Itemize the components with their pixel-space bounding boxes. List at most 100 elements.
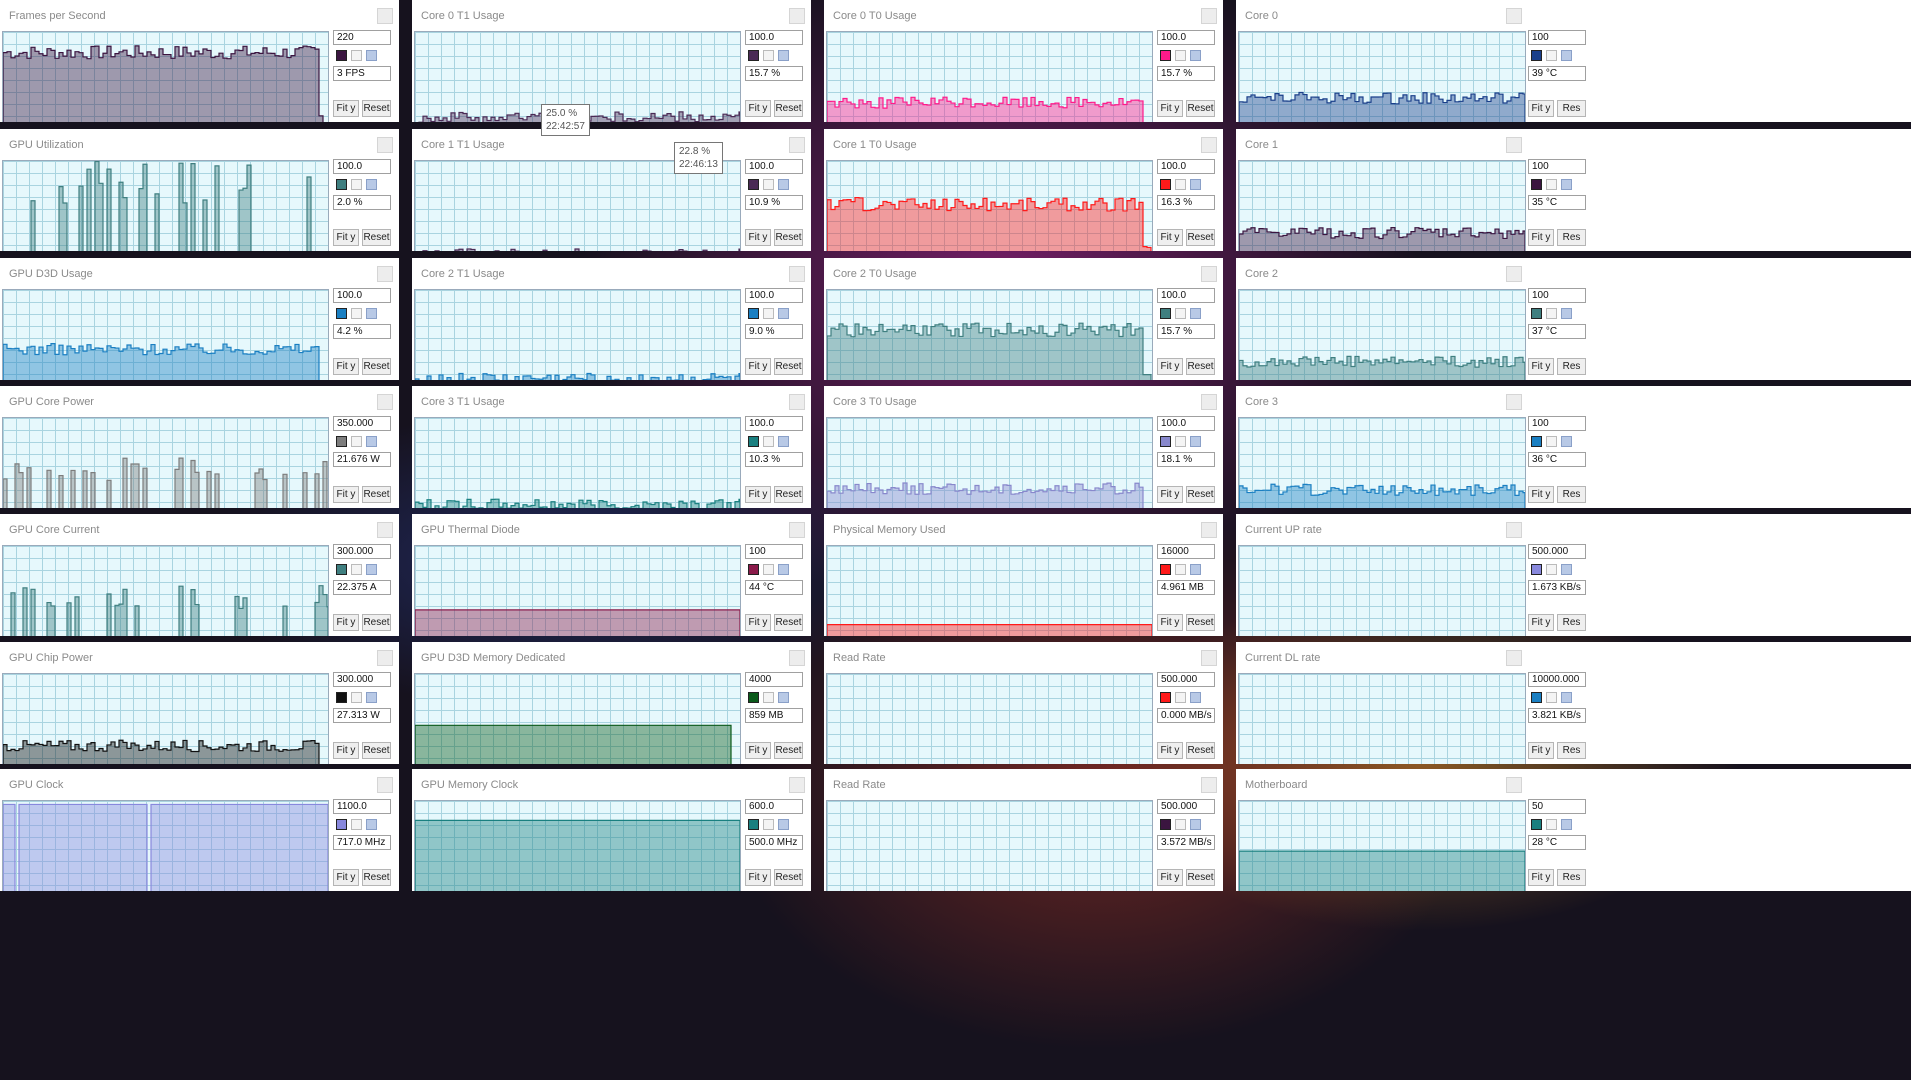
line-color-swatch[interactable]: [1531, 692, 1542, 703]
sensor-graph[interactable]: [1238, 31, 1526, 122]
reset-button[interactable]: Reset: [1186, 358, 1215, 375]
close-panel-button[interactable]: [1506, 777, 1522, 793]
fill-color-swatch[interactable]: [351, 436, 362, 447]
fill-color-swatch[interactable]: [1546, 308, 1557, 319]
fit-y-button[interactable]: Fit y: [1528, 742, 1554, 759]
close-panel-button[interactable]: [789, 394, 805, 410]
line-color-swatch[interactable]: [1160, 308, 1171, 319]
line-color-swatch[interactable]: [1160, 50, 1171, 61]
reset-button[interactable]: Reset: [362, 100, 391, 117]
y-max-field[interactable]: 100.0: [1157, 159, 1215, 174]
fit-y-button[interactable]: Fit y: [1528, 229, 1554, 246]
fill-color-swatch[interactable]: [1546, 819, 1557, 830]
sensor-graph[interactable]: [414, 545, 741, 636]
reset-button[interactable]: Reset: [774, 229, 803, 246]
fit-y-button[interactable]: Fit y: [1157, 614, 1183, 631]
line-color-swatch[interactable]: [336, 308, 347, 319]
fit-y-button[interactable]: Fit y: [333, 742, 359, 759]
line-color-swatch[interactable]: [1531, 564, 1542, 575]
fit-y-button[interactable]: Fit y: [1157, 486, 1183, 503]
fit-y-button[interactable]: Fit y: [333, 869, 359, 886]
background-color-swatch[interactable]: [1190, 179, 1201, 190]
reset-button[interactable]: Res: [1557, 100, 1586, 117]
line-color-swatch[interactable]: [1160, 179, 1171, 190]
close-panel-button[interactable]: [1506, 137, 1522, 153]
reset-button[interactable]: Reset: [774, 358, 803, 375]
close-panel-button[interactable]: [1201, 394, 1217, 410]
background-color-swatch[interactable]: [366, 692, 377, 703]
fill-color-swatch[interactable]: [1175, 564, 1186, 575]
line-color-swatch[interactable]: [748, 564, 759, 575]
reset-button[interactable]: Reset: [774, 100, 803, 117]
sensor-graph[interactable]: [2, 417, 329, 508]
fill-color-swatch[interactable]: [351, 308, 362, 319]
line-color-swatch[interactable]: [1531, 308, 1542, 319]
fit-y-button[interactable]: Fit y: [1157, 358, 1183, 375]
close-panel-button[interactable]: [1201, 137, 1217, 153]
fit-y-button[interactable]: Fit y: [1528, 614, 1554, 631]
reset-button[interactable]: Reset: [774, 742, 803, 759]
background-color-swatch[interactable]: [1190, 308, 1201, 319]
y-max-field[interactable]: 100.0: [333, 288, 391, 303]
background-color-swatch[interactable]: [1561, 692, 1572, 703]
close-panel-button[interactable]: [377, 394, 393, 410]
fit-y-button[interactable]: Fit y: [1528, 100, 1554, 117]
y-max-field[interactable]: 100.0: [1157, 416, 1215, 431]
line-color-swatch[interactable]: [336, 50, 347, 61]
reset-button[interactable]: Res: [1557, 742, 1586, 759]
line-color-swatch[interactable]: [748, 692, 759, 703]
background-color-swatch[interactable]: [778, 308, 789, 319]
sensor-graph[interactable]: [826, 417, 1153, 508]
reset-button[interactable]: Reset: [774, 869, 803, 886]
close-panel-button[interactable]: [1201, 522, 1217, 538]
close-panel-button[interactable]: [1506, 8, 1522, 24]
background-color-swatch[interactable]: [778, 564, 789, 575]
line-color-swatch[interactable]: [336, 179, 347, 190]
line-color-swatch[interactable]: [1531, 819, 1542, 830]
reset-button[interactable]: Reset: [362, 229, 391, 246]
fill-color-swatch[interactable]: [351, 179, 362, 190]
y-max-field[interactable]: 500.000: [1528, 544, 1586, 559]
fill-color-swatch[interactable]: [1175, 50, 1186, 61]
sensor-graph[interactable]: [1238, 673, 1526, 764]
close-panel-button[interactable]: [1506, 650, 1522, 666]
fit-y-button[interactable]: Fit y: [745, 486, 771, 503]
close-panel-button[interactable]: [789, 522, 805, 538]
background-color-swatch[interactable]: [778, 50, 789, 61]
y-max-field[interactable]: 100: [1528, 159, 1586, 174]
sensor-graph[interactable]: [2, 800, 329, 891]
reset-button[interactable]: Reset: [1186, 614, 1215, 631]
sensor-graph[interactable]: [1238, 800, 1526, 891]
line-color-swatch[interactable]: [748, 436, 759, 447]
line-color-swatch[interactable]: [336, 564, 347, 575]
line-color-swatch[interactable]: [1531, 50, 1542, 61]
background-color-swatch[interactable]: [1561, 564, 1572, 575]
reset-button[interactable]: Reset: [774, 614, 803, 631]
reset-button[interactable]: Res: [1557, 229, 1586, 246]
reset-button[interactable]: Res: [1557, 486, 1586, 503]
close-panel-button[interactable]: [1201, 777, 1217, 793]
background-color-swatch[interactable]: [778, 819, 789, 830]
sensor-graph[interactable]: [826, 31, 1153, 122]
close-panel-button[interactable]: [1201, 8, 1217, 24]
fit-y-button[interactable]: Fit y: [333, 486, 359, 503]
y-max-field[interactable]: 50: [1528, 799, 1586, 814]
sensor-graph[interactable]: [1238, 545, 1526, 636]
close-panel-button[interactable]: [377, 777, 393, 793]
fill-color-swatch[interactable]: [763, 179, 774, 190]
y-max-field[interactable]: 220: [333, 30, 391, 45]
y-max-field[interactable]: 500.000: [1157, 799, 1215, 814]
background-color-swatch[interactable]: [1561, 308, 1572, 319]
y-max-field[interactable]: 16000: [1157, 544, 1215, 559]
y-max-field[interactable]: 350.000: [333, 416, 391, 431]
reset-button[interactable]: Reset: [362, 486, 391, 503]
line-color-swatch[interactable]: [1160, 692, 1171, 703]
sensor-graph[interactable]: [826, 545, 1153, 636]
fill-color-swatch[interactable]: [763, 564, 774, 575]
fill-color-swatch[interactable]: [351, 819, 362, 830]
fit-y-button[interactable]: Fit y: [745, 358, 771, 375]
y-max-field[interactable]: 4000: [745, 672, 803, 687]
fill-color-swatch[interactable]: [1175, 436, 1186, 447]
y-max-field[interactable]: 100.0: [333, 159, 391, 174]
sensor-graph[interactable]: [2, 31, 329, 122]
